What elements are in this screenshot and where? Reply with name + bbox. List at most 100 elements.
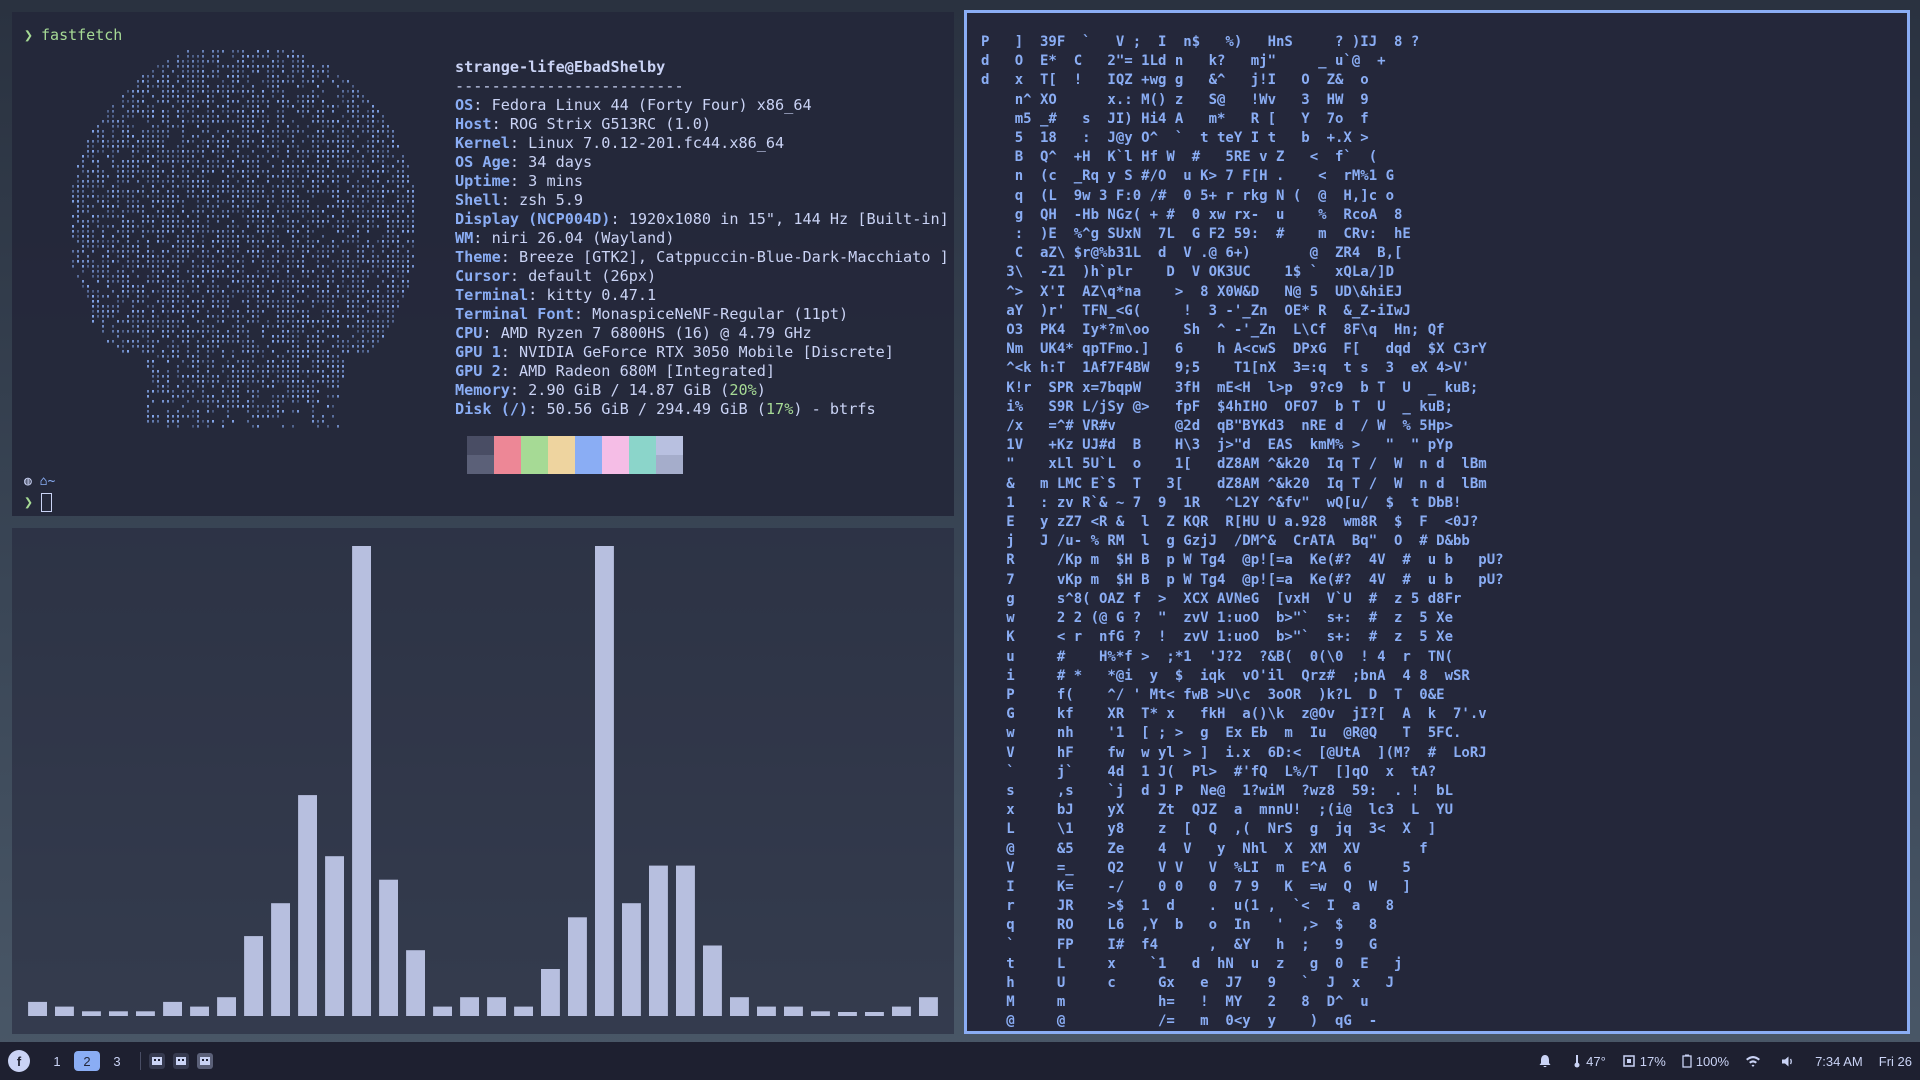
ascii-dot <box>272 80 274 83</box>
ascii-dot <box>177 110 179 113</box>
ascii-dot <box>237 155 239 158</box>
ascii-dot <box>252 105 254 108</box>
fedora-logo-icon[interactable]: f <box>8 1050 30 1072</box>
ascii-dot <box>307 105 309 108</box>
ascii-dot <box>277 395 279 398</box>
ascii-dot <box>292 425 294 428</box>
ascii-dot <box>262 355 264 358</box>
ascii-dot <box>157 85 159 88</box>
terminal-fastfetch[interactable]: ❯ fastfetch strange-life@EbadShelby ------… <box>12 12 954 516</box>
ascii-dot <box>232 380 234 383</box>
ascii-dot <box>287 175 289 178</box>
ascii-dot <box>362 345 364 348</box>
ascii-dot <box>382 120 384 123</box>
ascii-dot <box>217 65 219 68</box>
ascii-dot <box>337 230 339 233</box>
ascii-dot <box>272 215 274 218</box>
workspace-3[interactable]: 3 <box>106 1051 128 1071</box>
ascii-dot <box>382 125 384 128</box>
ascii-dot <box>222 340 224 343</box>
ascii-dot <box>387 190 389 193</box>
cpu-indicator[interactable]: 17% <box>1622 1054 1666 1069</box>
terminal-app-icon-active[interactable] <box>197 1053 213 1069</box>
temperature-indicator[interactable]: 47° <box>1572 1054 1606 1069</box>
ascii-dot <box>132 190 134 193</box>
ascii-dot <box>162 250 164 253</box>
ascii-dot <box>307 320 309 323</box>
ascii-dot <box>257 215 259 218</box>
ascii-dot <box>147 275 149 278</box>
ascii-dot <box>232 190 234 193</box>
ascii-dot <box>112 155 114 158</box>
ascii-dot <box>137 90 139 93</box>
ascii-dot <box>262 90 264 93</box>
ascii-dot <box>157 415 159 418</box>
date[interactable]: Fri 26 <box>1879 1054 1912 1069</box>
terminal-app-icon[interactable] <box>149 1053 165 1069</box>
ascii-dot <box>262 300 264 303</box>
ascii-dot <box>122 95 124 98</box>
ascii-dot <box>122 225 124 228</box>
ascii-dot <box>92 130 94 133</box>
ascii-dot <box>202 155 204 158</box>
ascii-dot <box>352 335 354 338</box>
ascii-dot <box>202 175 204 178</box>
ascii-dot <box>147 170 149 173</box>
ascii-dot <box>207 350 209 353</box>
clock[interactable]: 7:34 AM <box>1815 1054 1863 1069</box>
ascii-dot <box>337 290 339 293</box>
ascii-dot <box>207 230 209 233</box>
ascii-dot <box>402 200 404 203</box>
battery-indicator[interactable]: 100% <box>1682 1054 1729 1069</box>
ascii-dot <box>152 105 154 108</box>
terminal-audio-visualizer[interactable] <box>12 528 954 1034</box>
audio-bar <box>757 1006 776 1016</box>
terminal-app-icon-2[interactable] <box>173 1053 189 1069</box>
ascii-dot <box>382 195 384 198</box>
ascii-dot <box>87 170 89 173</box>
workspace-2[interactable]: 2 <box>74 1051 100 1071</box>
ascii-dot <box>187 170 189 173</box>
ascii-dot <box>342 365 344 368</box>
ascii-dot <box>347 260 349 263</box>
ascii-dot <box>157 275 159 278</box>
wifi-button[interactable] <box>1745 1055 1765 1068</box>
ascii-dot <box>262 115 264 118</box>
ascii-dot <box>192 60 194 63</box>
ascii-dot <box>222 420 224 423</box>
workspace-1[interactable]: 1 <box>46 1051 68 1071</box>
ascii-dot <box>302 260 304 263</box>
ascii-dot <box>312 370 314 373</box>
command-text: fastfetch <box>41 26 123 44</box>
ascii-dot <box>142 310 144 313</box>
terminal-matrix-rain[interactable]: P ] 39F ` V ; I n$ %) HnS ? )IJ 8 ? d O … <box>964 10 1910 1034</box>
ascii-dot <box>107 310 109 313</box>
ascii-dot <box>227 175 229 178</box>
ascii-dot <box>177 95 179 98</box>
ascii-dot <box>147 115 149 118</box>
ascii-dot <box>202 335 204 338</box>
ascii-dot <box>222 185 224 188</box>
ascii-dot <box>252 315 254 318</box>
ascii-dot <box>312 215 314 218</box>
volume-button[interactable] <box>1781 1055 1799 1068</box>
ascii-dot <box>362 130 364 133</box>
input-line[interactable]: ❯ <box>24 493 53 512</box>
ascii-dot <box>172 395 174 398</box>
ascii-dot <box>382 170 384 173</box>
ascii-dot <box>282 225 284 228</box>
ascii-dot <box>102 200 104 203</box>
ascii-dot <box>97 270 99 273</box>
ascii-dot <box>237 250 239 253</box>
ascii-dot <box>337 425 339 428</box>
ascii-dot <box>147 90 149 93</box>
ascii-dot <box>207 120 209 123</box>
ascii-dot <box>147 260 149 263</box>
ascii-dot <box>272 145 274 148</box>
ascii-dot <box>372 215 374 218</box>
ascii-dot <box>192 395 194 398</box>
ascii-dot <box>352 265 354 268</box>
notifications-button[interactable] <box>1538 1054 1556 1068</box>
ascii-dot <box>247 420 249 423</box>
ascii-dot <box>207 170 209 173</box>
